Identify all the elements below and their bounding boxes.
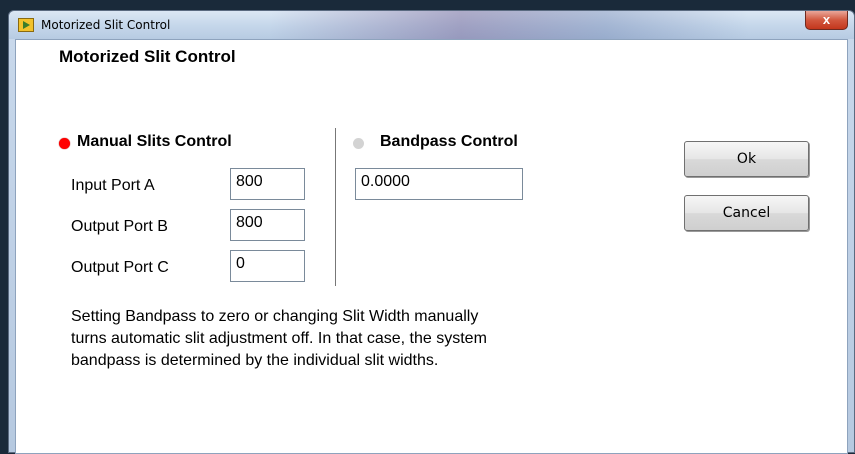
section-divider	[335, 128, 336, 286]
window-title: Motorized Slit Control	[41, 18, 171, 32]
output-port-c-label: Output Port C	[71, 259, 169, 276]
close-button[interactable]: x	[805, 11, 848, 30]
note-line: bandpass is determined by the individual…	[71, 352, 439, 369]
app-icon	[18, 18, 34, 32]
bandpass-field[interactable]: 0.0000	[355, 168, 523, 200]
output-port-c-field[interactable]: 0	[230, 250, 305, 282]
input-port-a-field[interactable]: 800	[230, 168, 305, 200]
input-port-a-label: Input Port A	[71, 177, 155, 194]
info-note: Setting Bandpass to zero or changing Sli…	[71, 306, 691, 372]
note-line: Setting Bandpass to zero or changing Sli…	[71, 308, 479, 325]
ok-button[interactable]: Ok	[684, 141, 809, 177]
dialog-client-area	[15, 39, 848, 454]
title-bar[interactable]: Motorized Slit Control x	[9, 11, 854, 39]
output-port-b-label: Output Port B	[71, 218, 168, 235]
dialog-heading: Motorized Slit Control	[59, 47, 236, 66]
manual-control-label: Manual Slits Control	[77, 133, 232, 150]
bandpass-control-indicator[interactable]	[353, 138, 364, 149]
bandpass-control-label: Bandpass Control	[380, 133, 518, 150]
manual-control-indicator[interactable]	[59, 138, 70, 149]
cancel-button[interactable]: Cancel	[684, 195, 809, 231]
note-line: turns automatic slit adjustment off. In …	[71, 330, 487, 347]
output-port-b-field[interactable]: 800	[230, 209, 305, 241]
